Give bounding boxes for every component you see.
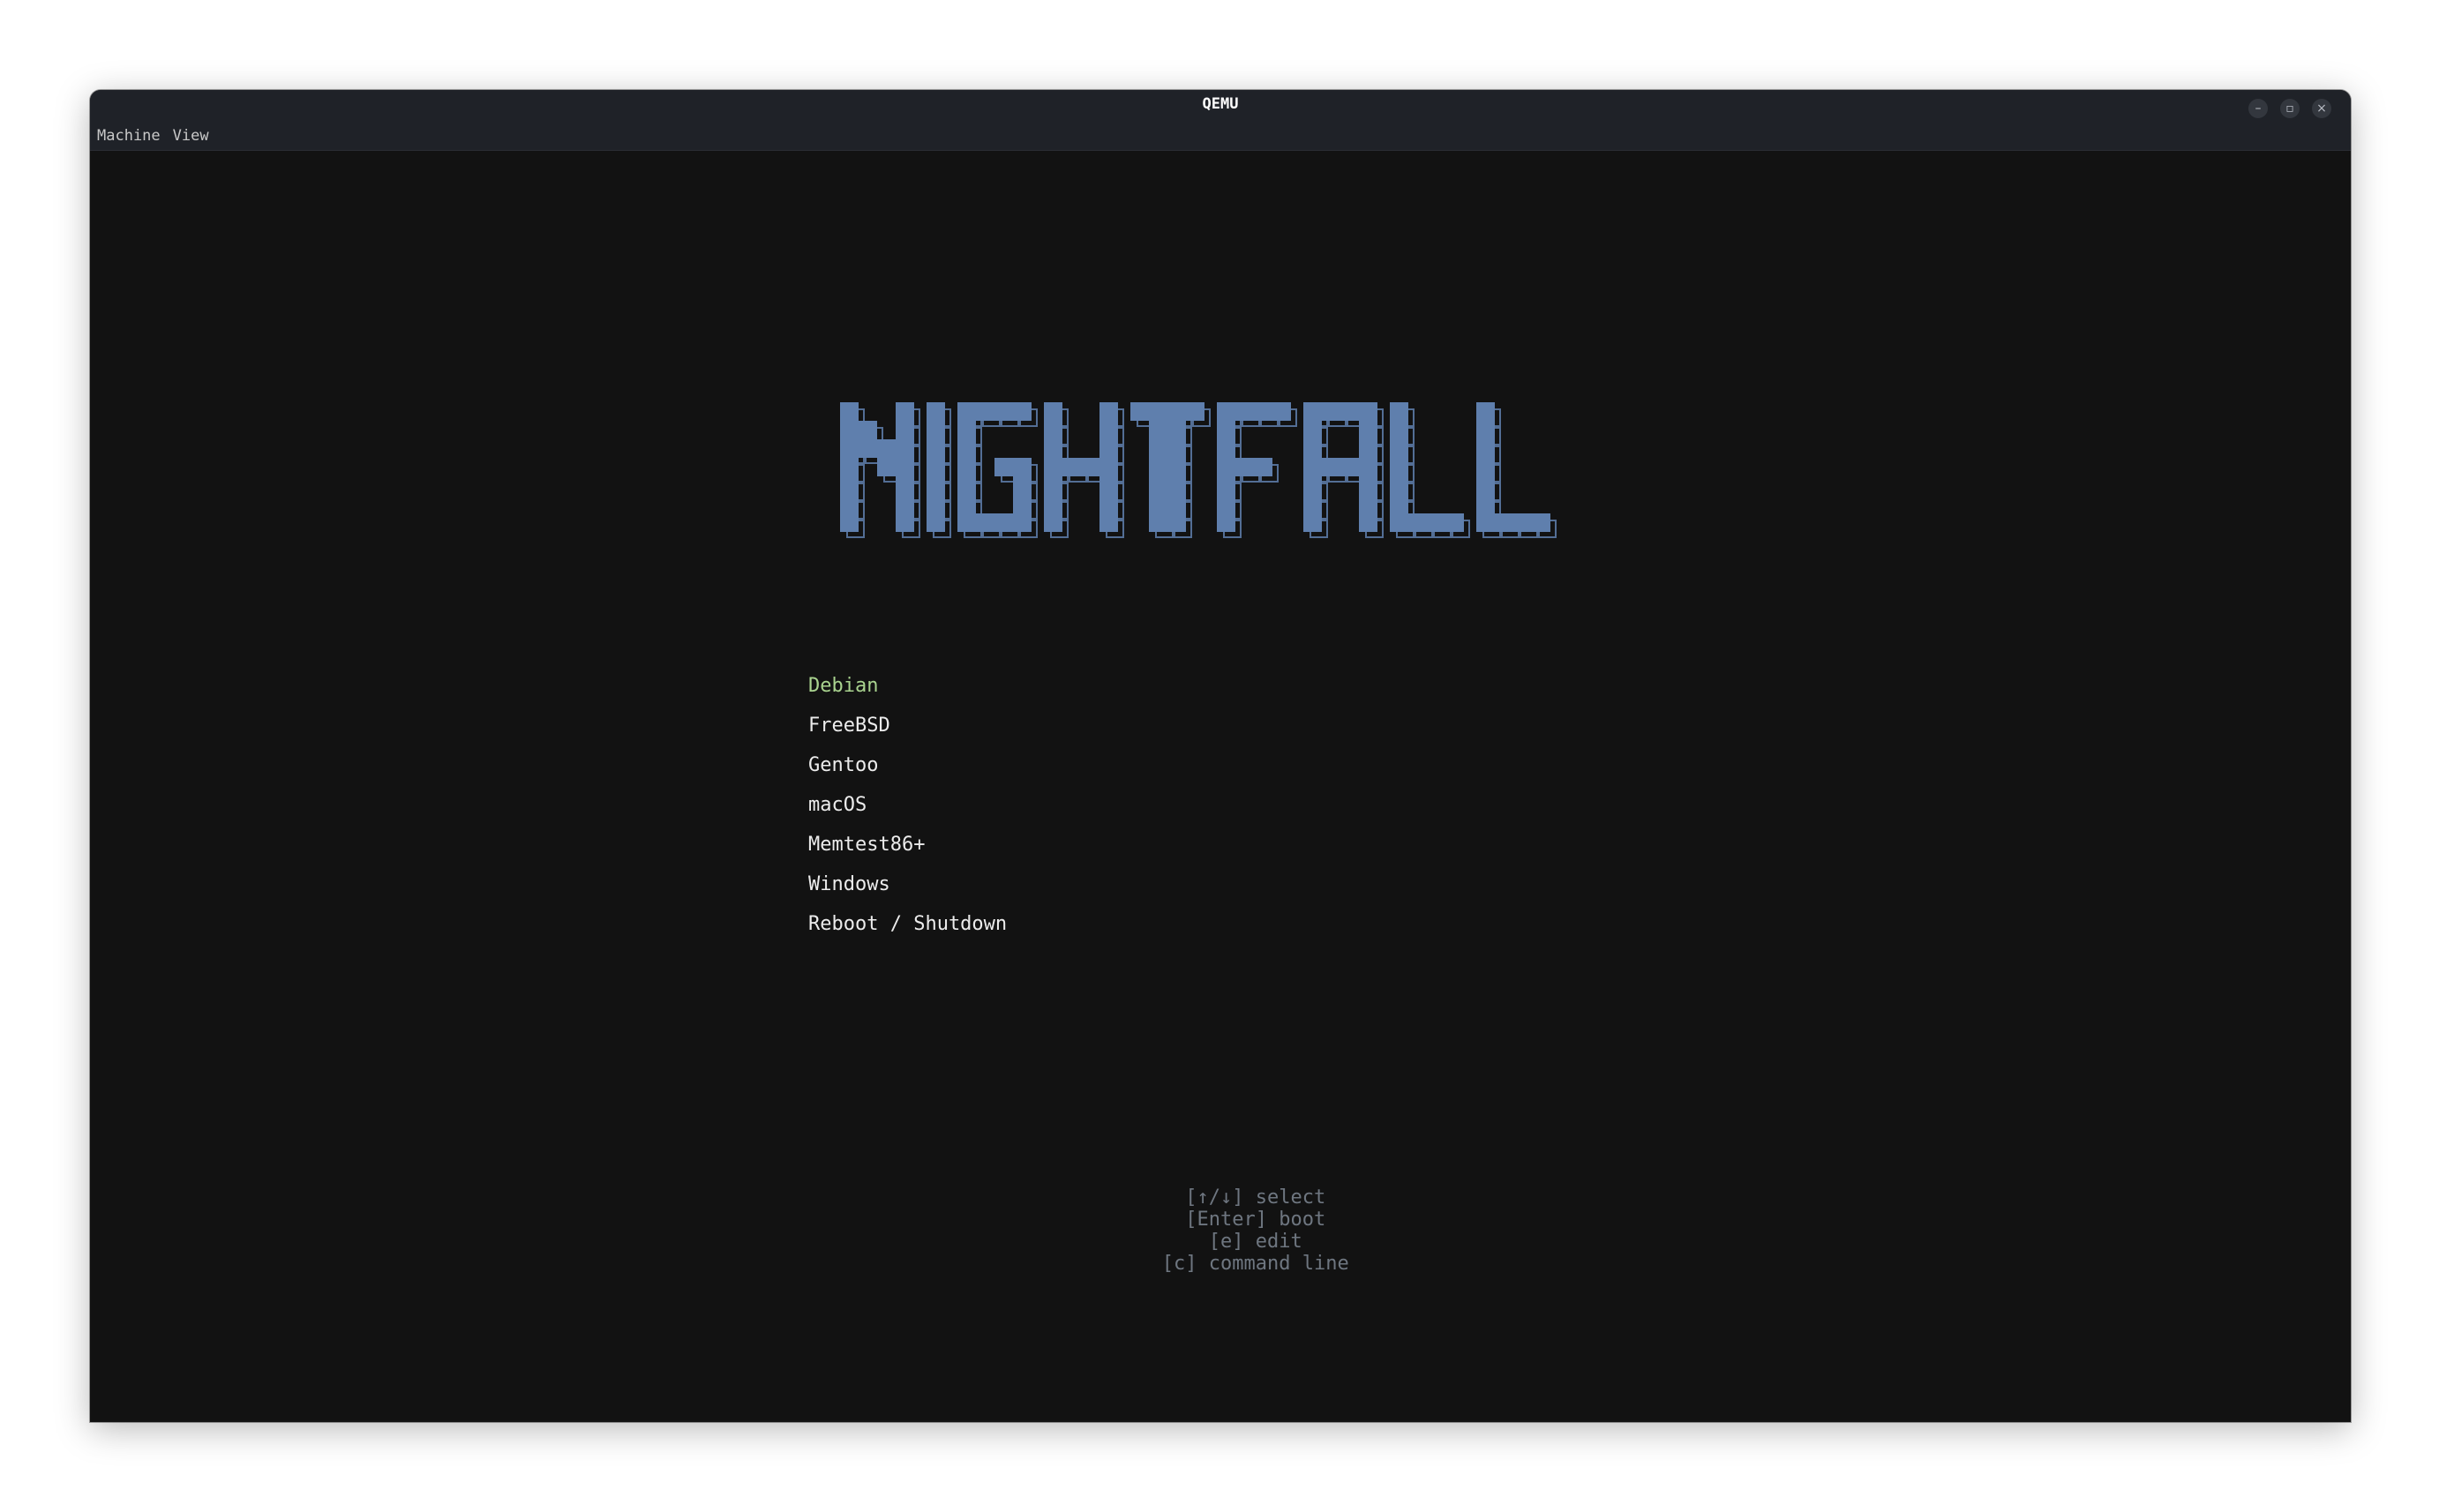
logo-letter-l-8 — [1476, 402, 1557, 538]
nightfall-logo — [840, 402, 1557, 538]
hint-select: [↑/↓] select — [1185, 1186, 1326, 1209]
logo-letter-t-4 — [1130, 402, 1211, 538]
boot-entry-gentoo[interactable]: Gentoo — [808, 745, 1007, 785]
minimize-icon: – — [2255, 101, 2262, 116]
title-bar: QEMU – ▫ × Machine View — [90, 90, 2351, 150]
window-controls: – ▫ × — [2248, 99, 2331, 118]
logo-letter-l-7 — [1390, 402, 1470, 538]
vm-display[interactable]: Debian FreeBSD Gentoo macOS Memtest86+ W… — [90, 151, 2351, 1422]
hint-edit: [e] edit — [1208, 1231, 1302, 1253]
boot-entry-memtest[interactable]: Memtest86+ — [808, 825, 1007, 865]
logo-letter-h-3 — [1044, 402, 1124, 538]
menu-machine[interactable]: Machine — [97, 125, 161, 146]
close-icon: × — [2316, 101, 2327, 116]
hint-command-line: [c] command line — [1161, 1253, 1349, 1275]
logo-letter-i-1 — [927, 402, 951, 538]
key-hints: [↑/↓] select [Enter] boot [e] edit [c] c… — [90, 1164, 2351, 1297]
boot-entry-windows[interactable]: Windows — [808, 865, 1007, 904]
minimize-button[interactable]: – — [2248, 99, 2268, 118]
logo-letter-g-2 — [957, 402, 1038, 538]
logo-letter-n-0 — [840, 402, 920, 538]
menu-bar: Machine View — [97, 125, 209, 146]
qemu-window: QEMU – ▫ × Machine View Debian FreeBSD G… — [90, 90, 2351, 1422]
boot-entry-freebsd[interactable]: FreeBSD — [808, 706, 1007, 745]
boot-entry-debian[interactable]: Debian — [808, 666, 1007, 706]
boot-menu: Debian FreeBSD Gentoo macOS Memtest86+ W… — [808, 666, 1007, 944]
boot-entry-macos[interactable]: macOS — [808, 785, 1007, 825]
window-title: QEMU — [1202, 95, 1239, 113]
boot-entry-reboot-shutdown[interactable]: Reboot / Shutdown — [808, 904, 1007, 944]
maximize-button[interactable]: ▫ — [2280, 99, 2300, 118]
logo-letter-f-5 — [1217, 402, 1297, 538]
close-button[interactable]: × — [2312, 99, 2331, 118]
logo-letter-a-6 — [1303, 402, 1384, 538]
menu-view[interactable]: View — [173, 125, 209, 146]
hint-boot: [Enter] boot — [1185, 1209, 1326, 1231]
maximize-icon: ▫ — [2285, 101, 2294, 116]
